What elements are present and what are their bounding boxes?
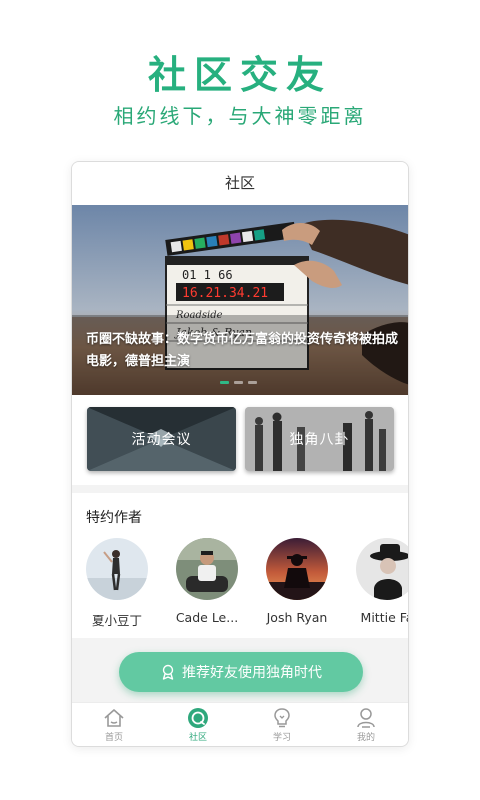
award-icon	[160, 664, 176, 680]
avatar	[356, 538, 408, 600]
hero-subtitle: 相约线下，与大神零距离	[113, 104, 367, 128]
tab-community-label: 社区	[188, 732, 207, 743]
carousel-dot[interactable]	[220, 381, 229, 384]
authors-title: 特约作者	[86, 510, 142, 526]
banner-caption: 币圈不缺故事：数字货币亿万富翁的投资传奇将被拍成电影，德普担主演	[86, 332, 399, 369]
author-name: 夏小豆丁	[91, 613, 142, 628]
tab-profile[interactable]: 我的	[324, 703, 408, 746]
clapper-timecode: 16.21.34.21	[182, 286, 268, 301]
author-name: Josh Ryan	[266, 610, 328, 625]
lightbulb-icon	[273, 707, 291, 729]
tile-gossip-label: 独角八卦	[289, 432, 350, 448]
bottom-tab-bar: 首页 社区 学习 我的	[72, 702, 408, 746]
svg-text:01 1 66: 01 1 66	[182, 268, 233, 282]
author-item[interactable]: Josh Ryan	[257, 538, 337, 625]
community-icon	[187, 707, 209, 729]
tile-gossip[interactable]: 独角八卦	[245, 407, 394, 471]
tab-learning[interactable]: 学习	[240, 703, 324, 746]
avatar	[266, 538, 328, 600]
tab-home[interactable]: 首页	[72, 703, 156, 746]
carousel-dots[interactable]	[220, 381, 257, 384]
news-banner[interactable]: 01 1 66 16.21.34.21 Roadside Jakob & Rya…	[72, 205, 408, 395]
tile-events[interactable]: 活动会议	[87, 407, 236, 471]
author-item[interactable]: Mittie Fa	[347, 538, 409, 625]
phone-screen: 社区 01 1 66 16.21.34.21 Roadside Jakob & …	[71, 161, 409, 747]
recommend-friend-button[interactable]: 推荐好友使用独角时代	[119, 652, 363, 692]
tab-home-label: 首页	[104, 732, 123, 743]
carousel-dot[interactable]	[248, 381, 257, 384]
author-name: Cade Le...	[175, 610, 239, 625]
author-item[interactable]: 夏小豆丁	[77, 538, 157, 629]
tile-events-label: 活动会议	[131, 432, 192, 448]
author-item[interactable]: Cade Le...	[167, 538, 247, 625]
author-name: Mittie Fa	[360, 610, 409, 625]
page-title: 社区	[224, 174, 255, 192]
recommend-friend-label: 推荐好友使用独角时代	[182, 665, 322, 681]
hero-title: 社区交友	[147, 53, 332, 97]
tab-learning-label: 学习	[272, 732, 291, 743]
person-icon	[356, 707, 376, 729]
avatar	[176, 538, 238, 600]
tab-community[interactable]: 社区	[156, 703, 240, 746]
carousel-dot[interactable]	[234, 381, 243, 384]
featured-authors: 特约作者 夏小豆丁 Cade Le... Josh Ryan Mittie Fa	[72, 493, 408, 638]
app-header: 社区	[72, 162, 408, 205]
home-icon	[103, 707, 125, 729]
avatar	[86, 538, 148, 600]
tab-profile-label: 我的	[356, 732, 375, 743]
category-tiles: 活动会议 独角八卦	[72, 395, 408, 485]
